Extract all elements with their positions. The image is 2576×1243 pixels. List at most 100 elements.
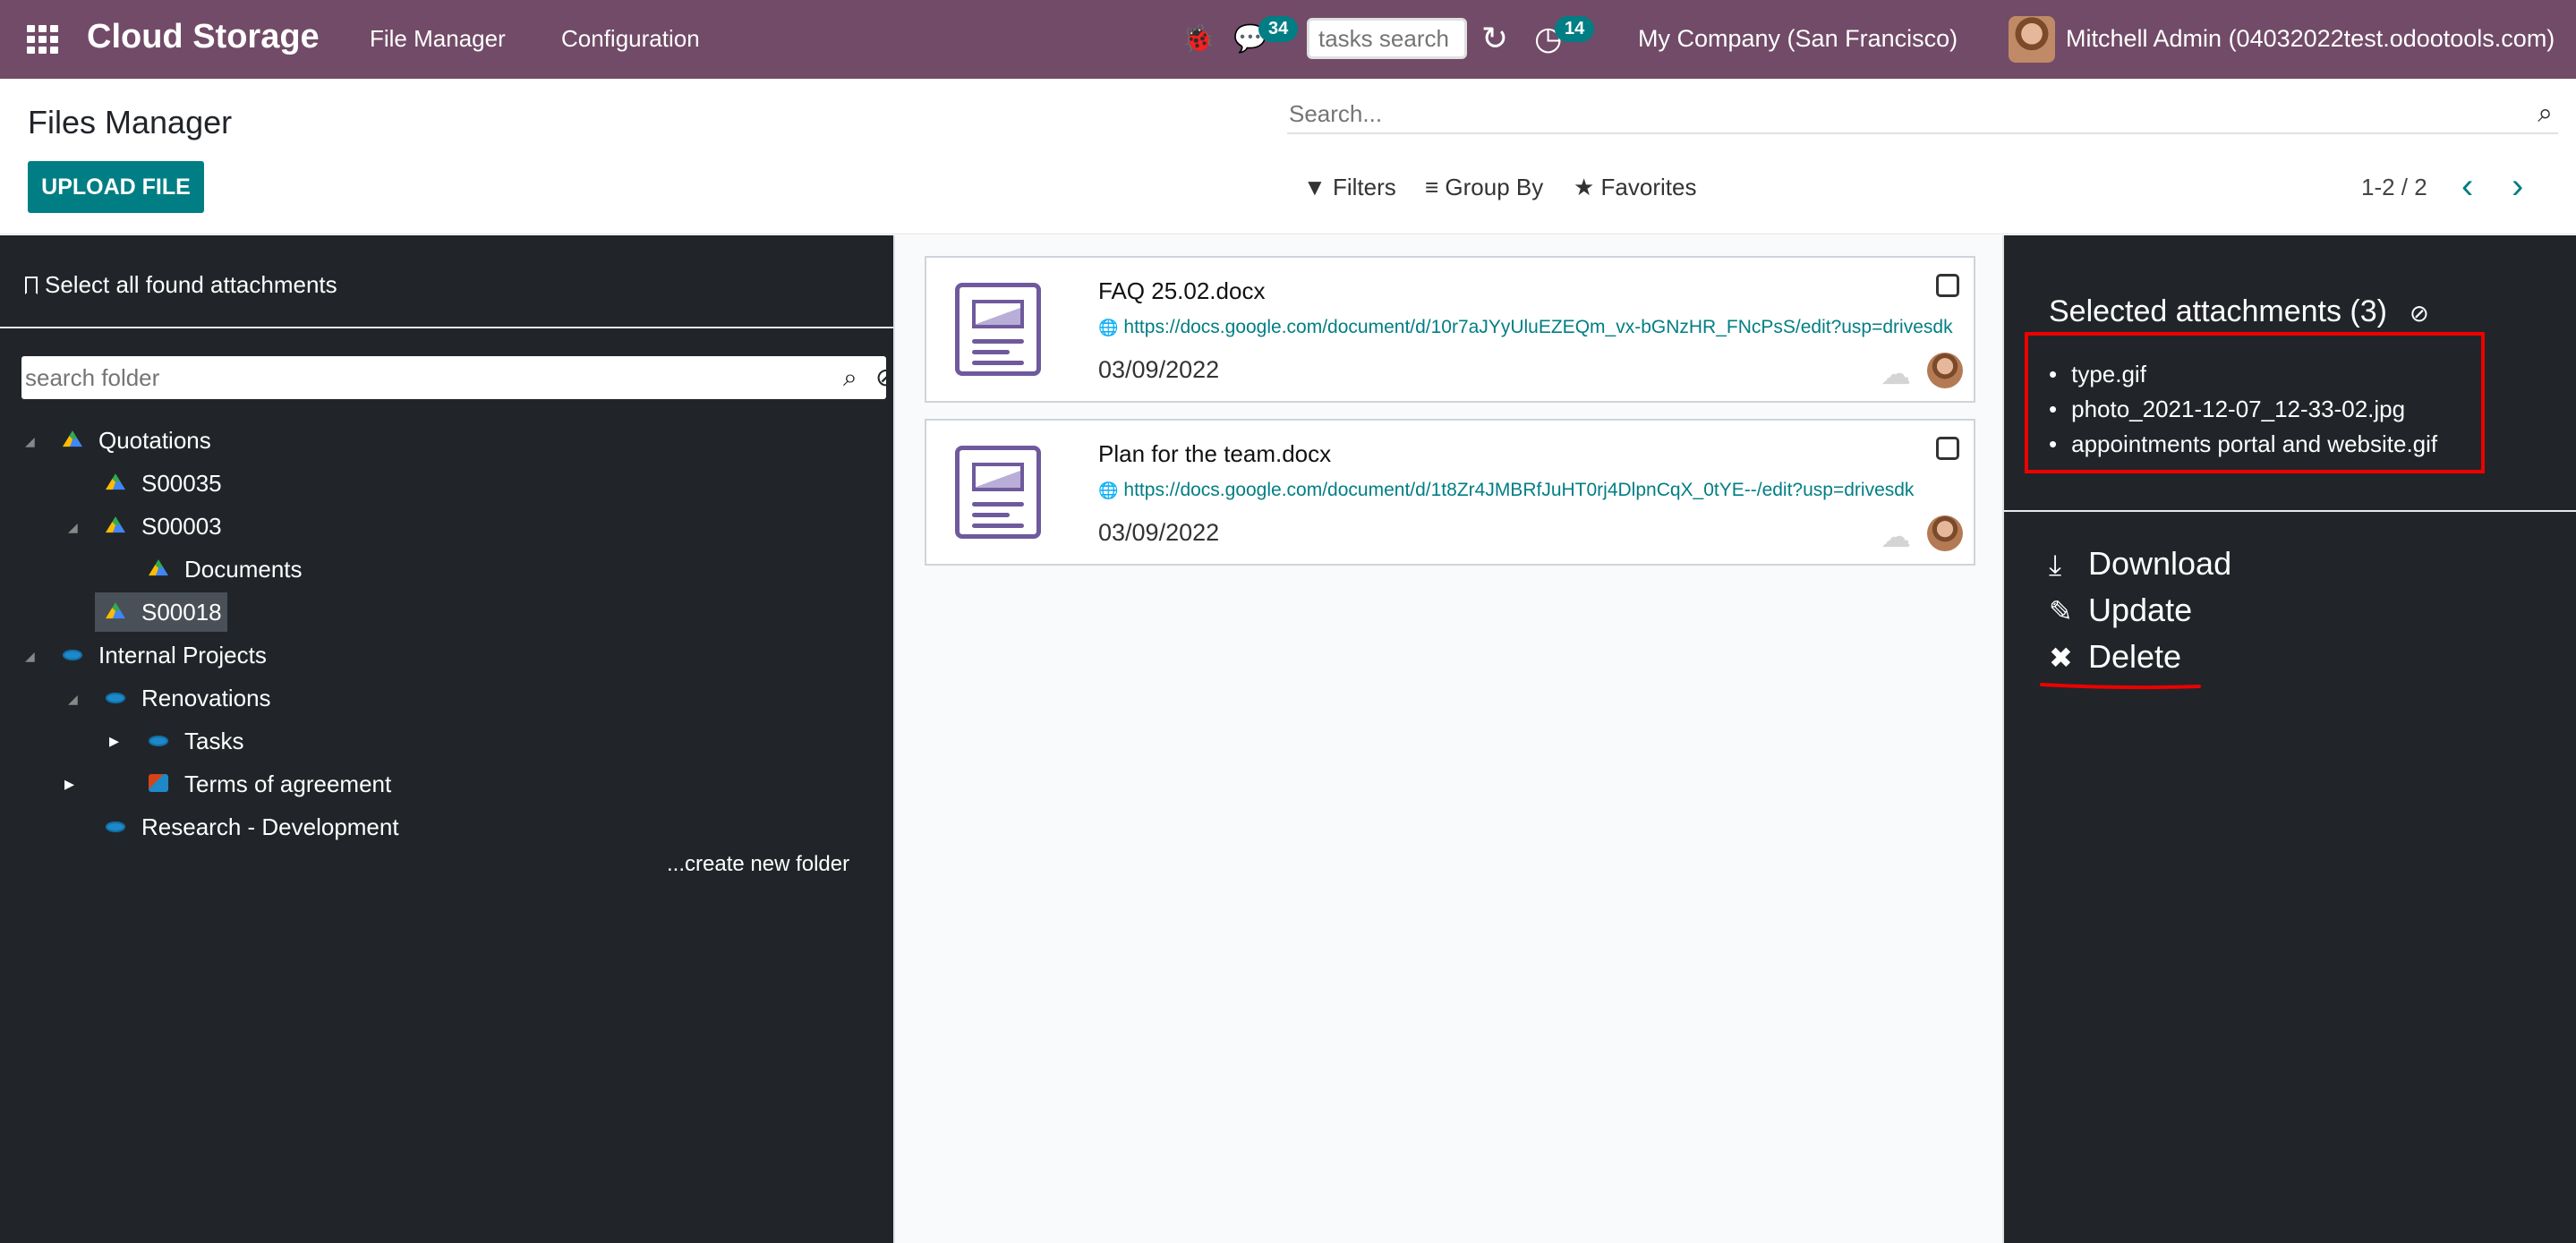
upload-file-button[interactable]: UPLOAD FILE: [28, 161, 204, 213]
groupby-label: Group By: [1445, 174, 1544, 200]
tree-node-label: Quotations: [98, 427, 211, 454]
sync-icon[interactable]: ↻: [1481, 20, 1508, 57]
globe-icon: 🌐: [1098, 319, 1119, 336]
file-url-link[interactable]: 🌐 https://docs.google.com/document/d/10r7…: [1098, 317, 1959, 338]
app-brand[interactable]: Cloud Storage: [87, 18, 320, 56]
file-thumbnail-icon: [955, 446, 1041, 539]
folder-search: ⌕ ⊘: [21, 356, 896, 399]
tree-node-label: Tasks: [184, 728, 244, 754]
sharepoint-icon: [106, 822, 125, 833]
file-name[interactable]: Plan for the team.docx: [1098, 440, 1331, 468]
tree-node-s00018[interactable]: S00018: [95, 592, 227, 632]
bug-icon[interactable]: 🐞: [1181, 23, 1215, 55]
tree-node-research-development[interactable]: Research - Development: [106, 807, 399, 847]
bookmark-icon: [25, 277, 38, 294]
folder-search-input[interactable]: [25, 360, 813, 396]
tree-node-terms-of-agreement[interactable]: Terms of agreement: [149, 764, 391, 804]
menu-configuration[interactable]: Configuration: [561, 25, 700, 53]
folder-panel: Select all found attachments ⌕ ⊘ ◢ ◢ ◢ ◢…: [0, 235, 896, 1243]
favorites-dropdown[interactable]: ★ Favorites: [1574, 174, 1696, 201]
download-button[interactable]: ⤓ Download: [2049, 545, 2231, 583]
tree-node-label: S00035: [141, 470, 222, 497]
google-drive-icon: [63, 430, 82, 447]
tree-node-label: Terms of agreement: [184, 770, 392, 797]
caret-right-icon[interactable]: ▸: [109, 729, 119, 753]
tree-node-s00003[interactable]: S00003: [106, 507, 222, 546]
file-card[interactable]: FAQ 25.02.docx 🌐 https://docs.google.com/…: [925, 256, 1975, 403]
update-button[interactable]: ✎ Update: [2049, 592, 2192, 629]
update-label: Update: [2088, 592, 2193, 628]
pager-next-icon[interactable]: ›: [2512, 166, 2523, 207]
user-menu[interactable]: Mitchell Admin (04032022test.odootools.c…: [2066, 25, 2555, 53]
tree-node-quotations[interactable]: Quotations: [63, 421, 211, 460]
selected-attachment-item: appointments portal and website.gif: [2049, 427, 2437, 462]
divider: [0, 327, 893, 328]
cloud-icon: ☁: [1881, 520, 1911, 554]
google-drive-icon: [149, 559, 168, 576]
document-icon: [149, 774, 168, 793]
favorites-label: Favorites: [1600, 174, 1697, 200]
files-list: FAQ 25.02.docx 🌐 https://docs.google.com/…: [893, 235, 2004, 1243]
activity-count-badge: 14: [1555, 16, 1595, 42]
tree-node-label: Internal Projects: [98, 642, 267, 668]
chat-count-badge: 34: [1258, 16, 1299, 42]
sharepoint-icon: [63, 650, 82, 661]
select-all-attachments-link[interactable]: Select all found attachments: [25, 271, 337, 299]
edit-icon: ✎: [2049, 595, 2073, 627]
file-select-checkbox[interactable]: [1936, 274, 1959, 297]
close-icon: ✖: [2049, 642, 2073, 674]
tree-node-internal-projects[interactable]: Internal Projects: [63, 635, 267, 675]
download-label: Download: [2088, 545, 2232, 582]
create-new-folder-link[interactable]: ...create new folder: [667, 852, 849, 877]
tasks-search-input[interactable]: [1307, 18, 1467, 59]
pager-previous-icon[interactable]: ‹: [2461, 166, 2473, 207]
groupby-dropdown[interactable]: ≡ Group By: [1425, 174, 1543, 201]
control-panel: Files Manager UPLOAD FILE ⌕ ▼ Filters ≡ …: [0, 79, 2576, 234]
tree-node-label: S00003: [141, 513, 222, 540]
google-drive-icon: [106, 473, 125, 490]
selected-attachments-panel: Selected attachments (3) ⊘ type.gif phot…: [2004, 235, 2576, 1243]
pager-value[interactable]: 1-2 / 2: [2361, 174, 2427, 201]
menu-file-manager[interactable]: File Manager: [370, 25, 506, 53]
apps-menu-icon[interactable]: [27, 25, 59, 54]
filters-dropdown[interactable]: ▼ Filters: [1303, 174, 1396, 201]
sharepoint-icon: [106, 693, 125, 704]
filters-label: Filters: [1332, 174, 1396, 200]
search-bar: ⌕: [1287, 97, 2558, 134]
tree-node-label: S00018: [141, 599, 222, 626]
tree-node-documents[interactable]: Documents: [149, 549, 303, 589]
selected-attachment-item: photo_2021-12-07_12-33-02.jpg: [2049, 392, 2437, 427]
google-drive-icon: [106, 602, 125, 619]
delete-button[interactable]: ✖ Delete: [2049, 638, 2181, 676]
tree-node-tasks[interactable]: Tasks: [149, 721, 243, 761]
file-url-text: https://docs.google.com/document/d/10r7a…: [1123, 317, 1953, 337]
user-avatar[interactable]: [2009, 16, 2055, 63]
owner-avatar: [1927, 353, 1963, 388]
caret-open-icon[interactable]: ◢: [68, 520, 78, 535]
file-date: 03/09/2022: [1098, 356, 1220, 383]
selected-attachments-title: Selected attachments (3): [2049, 294, 2387, 328]
file-url-link[interactable]: 🌐 https://docs.google.com/document/d/1t8Z…: [1098, 480, 1959, 501]
tree-node-renovations[interactable]: Renovations: [106, 678, 271, 718]
caret-open-icon[interactable]: ◢: [68, 692, 78, 707]
star-icon: ★: [1574, 174, 1595, 200]
list-icon: ≡: [1425, 174, 1439, 200]
owner-avatar: [1927, 515, 1963, 551]
search-input[interactable]: [1289, 97, 2497, 131]
google-drive-icon: [106, 516, 125, 533]
file-thumbnail-icon: [955, 283, 1041, 376]
delete-label: Delete: [2088, 638, 2182, 675]
tree-node-label: Documents: [184, 556, 303, 583]
company-switcher[interactable]: My Company (San Francisco): [1638, 25, 1958, 53]
caret-open-icon[interactable]: ◢: [25, 434, 35, 449]
clear-selection-icon[interactable]: ⊘: [2410, 300, 2429, 328]
file-select-checkbox[interactable]: [1936, 437, 1959, 460]
caret-right-icon[interactable]: ▸: [64, 772, 74, 796]
globe-icon: 🌐: [1098, 481, 1119, 499]
file-card[interactable]: Plan for the team.docx 🌐 https://docs.goo…: [925, 419, 1975, 566]
file-name[interactable]: FAQ 25.02.docx: [1098, 277, 1265, 305]
tree-node-s00035[interactable]: S00035: [106, 464, 222, 503]
search-icon[interactable]: ⌕: [2538, 98, 2553, 129]
caret-open-icon[interactable]: ◢: [25, 649, 35, 664]
search-icon[interactable]: ⌕: [843, 363, 857, 393]
